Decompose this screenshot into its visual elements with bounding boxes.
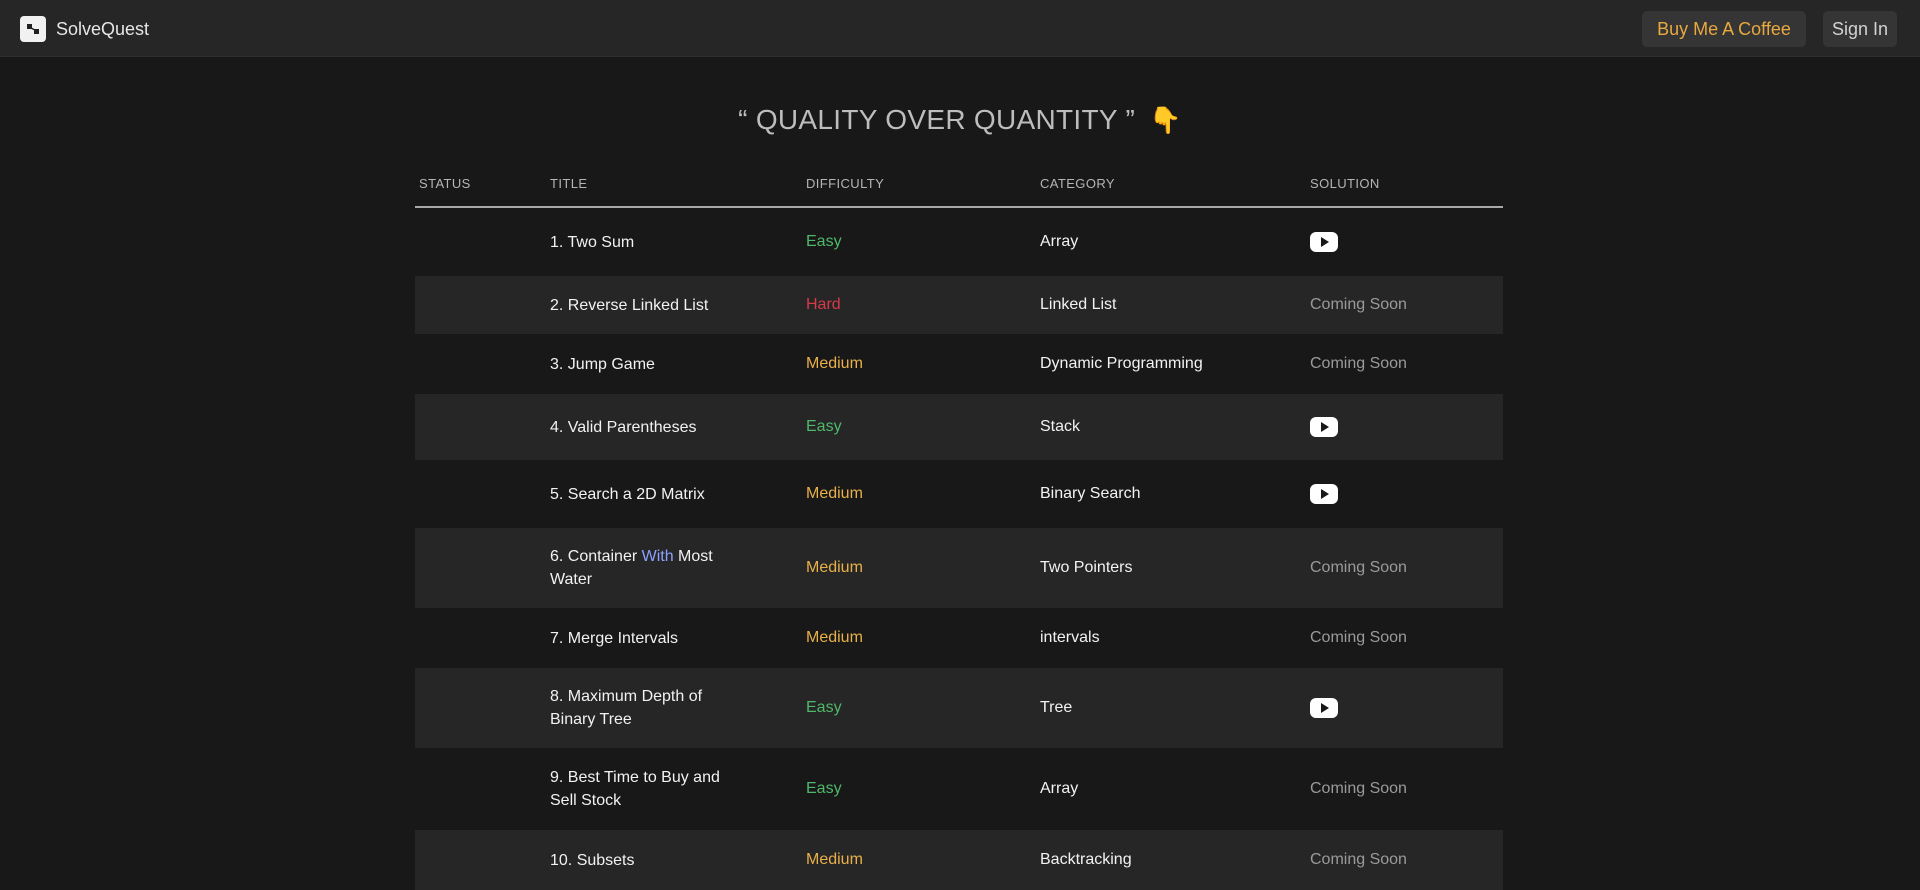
- status-cell[interactable]: [419, 394, 539, 460]
- problem-title-text: 5. Search a 2D Matrix: [550, 485, 705, 503]
- table-body: 1. Two Sum Easy Array 2. Reverse Linked Lis…: [415, 208, 1503, 890]
- problem-title-text: 1. Two Sum: [550, 233, 635, 251]
- title-fragment: 6. Container: [550, 548, 642, 565]
- table-row[interactable]: 1. Two Sum Easy Array: [415, 208, 1503, 276]
- column-header-title: TITLE: [550, 176, 588, 191]
- problem-title-link[interactable]: 9. Best Time to Buy and Sell Stock: [550, 748, 750, 830]
- difficulty-badge: Medium: [806, 629, 863, 646]
- category-cell: intervals: [1040, 629, 1100, 646]
- problem-title-link[interactable]: 1. Two Sum: [550, 208, 750, 276]
- difficulty-badge: Easy: [806, 418, 842, 435]
- status-cell[interactable]: [419, 668, 539, 748]
- solution-coming-soon: Coming Soon: [1310, 780, 1407, 797]
- table-row[interactable]: 3. Jump Game Medium Dynamic Programming Com…: [415, 334, 1503, 394]
- solution-coming-soon: Coming Soon: [1310, 559, 1407, 576]
- category-cell: Two Pointers: [1040, 559, 1133, 576]
- category-cell: Tree: [1040, 699, 1073, 716]
- table-row[interactable]: 8. Maximum Depth of Binary Tree Easy Tree: [415, 668, 1503, 748]
- table-row[interactable]: 9. Best Time to Buy and Sell Stock Easy Ar…: [415, 748, 1503, 830]
- buy-me-a-coffee-button[interactable]: Buy Me A Coffee: [1642, 11, 1806, 47]
- column-header-solution: SOLUTION: [1310, 176, 1380, 191]
- column-header-category: CATEGORY: [1040, 176, 1115, 191]
- table-header: STATUS TITLE DIFFICULTY CATEGORY SOLUTIO…: [415, 166, 1503, 208]
- difficulty-badge: Easy: [806, 780, 842, 797]
- category-cell: Backtracking: [1040, 851, 1132, 868]
- solution-coming-soon: Coming Soon: [1310, 296, 1407, 313]
- solution-video-link[interactable]: [1310, 460, 1500, 528]
- problem-title-text: 9. Best Time to Buy and Sell Stock: [550, 769, 720, 809]
- youtube-icon[interactable]: [1310, 484, 1338, 504]
- category-cell: Binary Search: [1040, 485, 1141, 502]
- problem-title-link[interactable]: 8. Maximum Depth of Binary Tree: [550, 668, 750, 748]
- table-row[interactable]: 5. Search a 2D Matrix Medium Binary Search: [415, 460, 1503, 528]
- problem-title-text: 6. Container With Most Water: [550, 545, 750, 591]
- difficulty-badge: Medium: [806, 355, 863, 372]
- problem-title-text: 2. Reverse Linked List: [550, 296, 709, 314]
- brand-name: SolveQuest: [56, 18, 150, 39]
- status-cell[interactable]: [419, 334, 539, 394]
- youtube-icon[interactable]: [1310, 417, 1338, 437]
- problem-title-link[interactable]: 3. Jump Game: [550, 334, 750, 394]
- category-cell: Linked List: [1040, 296, 1117, 313]
- category-cell: Array: [1040, 233, 1079, 250]
- column-header-status: STATUS: [419, 176, 471, 191]
- difficulty-badge: Hard: [806, 296, 841, 313]
- category-cell: Stack: [1040, 418, 1081, 435]
- problem-title-text: 3. Jump Game: [550, 355, 655, 373]
- category-cell: Array: [1040, 780, 1079, 797]
- table-row[interactable]: 7. Merge Intervals Medium intervals Coming …: [415, 608, 1503, 668]
- status-cell[interactable]: [419, 460, 539, 528]
- table-row[interactable]: 4. Valid Parentheses Easy Stack: [415, 394, 1503, 460]
- status-cell[interactable]: [419, 830, 539, 890]
- youtube-icon[interactable]: [1310, 232, 1338, 252]
- sign-in-button[interactable]: Sign In: [1823, 11, 1897, 47]
- brand-logo-icon: [20, 16, 46, 42]
- difficulty-badge: Medium: [806, 559, 863, 576]
- category-cell: Dynamic Programming: [1040, 355, 1203, 372]
- brand[interactable]: SolveQuest: [20, 16, 149, 42]
- column-header-difficulty: DIFFICULTY: [806, 176, 885, 191]
- difficulty-badge: Medium: [806, 485, 863, 502]
- problem-title-link[interactable]: 10. Subsets: [550, 830, 750, 890]
- problem-title-text: 7. Merge Intervals: [550, 629, 679, 647]
- problem-title-text: 8. Maximum Depth of Binary Tree: [550, 688, 703, 728]
- table-row[interactable]: 10. Subsets Medium Backtracking Coming Soon: [415, 830, 1503, 890]
- problem-title-text: 4. Valid Parentheses: [550, 418, 697, 436]
- youtube-icon[interactable]: [1310, 698, 1338, 718]
- pointing-down-icon: 👇: [1149, 105, 1182, 135]
- status-cell[interactable]: [419, 276, 539, 334]
- problems-table: STATUS TITLE DIFFICULTY CATEGORY SOLUTIO…: [415, 166, 1503, 890]
- problem-title-link[interactable]: 2. Reverse Linked List: [550, 276, 750, 334]
- solution-video-link[interactable]: [1310, 394, 1500, 460]
- table-row[interactable]: 6. Container With Most Water Medium Two Po…: [415, 528, 1503, 608]
- status-cell[interactable]: [419, 608, 539, 668]
- heading-text: “ QUALITY OVER QUANTITY ”: [738, 104, 1136, 135]
- solution-coming-soon: Coming Soon: [1310, 851, 1407, 868]
- problem-title-link[interactable]: 5. Search a 2D Matrix: [550, 460, 750, 528]
- solution-coming-soon: Coming Soon: [1310, 629, 1407, 646]
- selected-text: With: [641, 548, 674, 565]
- status-cell[interactable]: [419, 528, 539, 608]
- status-cell[interactable]: [419, 748, 539, 830]
- difficulty-badge: Easy: [806, 699, 842, 716]
- difficulty-badge: Medium: [806, 851, 863, 868]
- difficulty-badge: Easy: [806, 233, 842, 250]
- status-cell[interactable]: [419, 208, 539, 276]
- solution-coming-soon: Coming Soon: [1310, 355, 1407, 372]
- problem-title-link[interactable]: 6. Container With Most Water: [550, 528, 750, 608]
- table-row[interactable]: 2. Reverse Linked List Hard Linked List Com…: [415, 276, 1503, 334]
- problem-title-text: 10. Subsets: [550, 851, 635, 869]
- solution-video-link[interactable]: [1310, 668, 1500, 748]
- page-heading: “ QUALITY OVER QUANTITY ” 👇: [0, 104, 1920, 136]
- solution-video-link[interactable]: [1310, 208, 1500, 276]
- problem-title-link[interactable]: 4. Valid Parentheses: [550, 394, 750, 460]
- problem-title-link[interactable]: 7. Merge Intervals: [550, 608, 750, 668]
- top-navbar: SolveQuest Buy Me A Coffee Sign In: [0, 0, 1920, 57]
